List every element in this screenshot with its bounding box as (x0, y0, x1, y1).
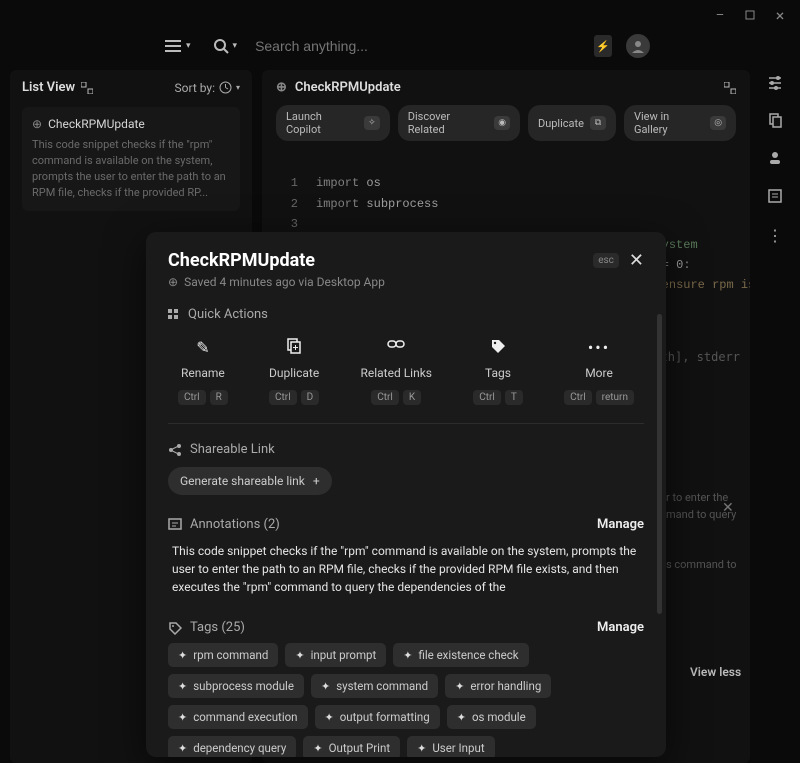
duplicate-icon (286, 338, 302, 358)
duplicate-action[interactable]: Duplicate CtrlD (269, 338, 319, 405)
view-gallery-button[interactable]: View in Gallery◎ (624, 105, 736, 141)
sparkle-icon: ✦ (295, 649, 304, 662)
shareable-link-header: Shareable Link (168, 442, 644, 457)
tag-chip[interactable]: ✦system command (311, 674, 438, 698)
sparkle-icon: ✦ (417, 742, 426, 755)
python-icon: ⊕ (168, 275, 178, 289)
share-icon (168, 443, 182, 457)
card-title: CheckRPMUpdate (48, 117, 145, 131)
quick-actions-header: Quick Actions (168, 307, 644, 322)
search-button[interactable]: ▾ (209, 34, 242, 58)
pencil-icon: ✎ (196, 338, 209, 358)
duplicate-button[interactable]: Duplicate⧉ (528, 105, 616, 141)
duplicate-icon: ⧉ (590, 116, 606, 130)
more-icon: ••• (588, 338, 610, 358)
sparkle-icon: ✦ (403, 649, 412, 662)
tag-cloud: ✦rpm command ✦input prompt ✦file existence… (168, 643, 644, 757)
tag-chip[interactable]: ✦error handling (445, 674, 551, 698)
snippet-card[interactable]: ⊕ CheckRPMUpdate This code snippet check… (22, 107, 240, 211)
snippet-modal: CheckRPMUpdate ⊕ Saved 4 minutes ago via… (146, 232, 666, 757)
tag-chip[interactable]: ✦os module (447, 705, 536, 729)
search-input[interactable] (255, 38, 580, 54)
window-titlebar: – × (0, 0, 800, 30)
tag-chip[interactable]: ✦file existence check (393, 643, 528, 667)
right-rail: ⋮ (760, 70, 790, 763)
manage-tags[interactable]: Manage (597, 620, 644, 635)
plus-icon: + (313, 474, 320, 488)
sparkle-icon: ✦ (178, 680, 187, 693)
person-icon[interactable] (767, 150, 783, 166)
esc-badge: esc (593, 253, 619, 268)
window-minimize[interactable]: – (714, 9, 726, 21)
more-action[interactable]: ••• More Ctrlreturn (564, 338, 634, 405)
expand-icon[interactable] (81, 82, 93, 94)
sparkle-icon: ✦ (178, 742, 187, 755)
modal-title: CheckRPMUpdate (168, 250, 385, 271)
sort-control[interactable]: Sort by: ▾ (174, 81, 240, 95)
python-icon: ⊕ (32, 117, 42, 131)
annotation-text: This code snippet checks if the "rpm" co… (168, 540, 644, 598)
grid-icon (168, 309, 180, 321)
tags-action[interactable]: Tags CtrlT (473, 338, 523, 405)
note-icon[interactable] (767, 188, 783, 204)
card-description: This code snippet checks if the "rpm" co… (32, 137, 230, 201)
gallery-icon: ◎ (710, 116, 726, 130)
view-less-button[interactable]: View less (690, 665, 741, 679)
sparkle-icon: ✦ (455, 680, 464, 693)
rename-action[interactable]: ✎ Rename CtrlR (178, 338, 228, 405)
copy-icon[interactable] (767, 112, 783, 128)
tag-chip[interactable]: ✦subprocess module (168, 674, 304, 698)
tags-label: Tags (25) (190, 620, 245, 635)
sparkle-icon: ✦ (313, 742, 322, 755)
sparkle-icon: ✦ (178, 711, 187, 724)
close-icon[interactable]: ✕ (629, 250, 644, 271)
avatar[interactable] (626, 34, 650, 58)
annotation-icon (168, 518, 182, 532)
tag-icon (490, 338, 506, 358)
related-links-action[interactable]: Related Links CtrlK (360, 338, 432, 405)
discover-related-button[interactable]: Discover Related◉ (398, 105, 520, 141)
generate-link-button[interactable]: Generate shareable link + (168, 467, 332, 495)
window-close[interactable]: × (774, 9, 786, 21)
window-maximize[interactable] (744, 9, 756, 21)
tag-chip[interactable]: ✦Output Print (303, 736, 400, 757)
expand-icon[interactable] (724, 82, 736, 94)
tag-chip[interactable]: ✦command execution (168, 705, 308, 729)
launch-copilot-button[interactable]: Launch Copilot✧ (276, 105, 390, 141)
manage-annotations[interactable]: Manage (597, 517, 644, 532)
menu-button[interactable]: ▾ (160, 35, 195, 57)
clock-icon (219, 81, 232, 94)
python-icon: ⊕ (276, 80, 287, 95)
tag-chip[interactable]: ✦dependency query (168, 736, 296, 757)
sliders-icon[interactable] (767, 74, 783, 90)
tag-chip[interactable]: ✦output formatting (315, 705, 440, 729)
link-icon (387, 338, 405, 358)
annotations-label: Annotations (2) (190, 517, 280, 532)
copilot-icon: ✧ (364, 116, 380, 130)
tag-chip[interactable]: ✦User Input (407, 736, 495, 757)
bolt-badge[interactable]: ⚡ (594, 35, 612, 57)
sparkle-icon: ✦ (321, 680, 330, 693)
tag-chip[interactable]: ✦input prompt (285, 643, 386, 667)
more-icon[interactable]: ⋮ (767, 226, 783, 245)
sparkle-icon: ✦ (178, 649, 187, 662)
tag-icon (168, 621, 182, 635)
sparkle-icon: ✦ (457, 711, 466, 724)
tag-chip[interactable]: ✦rpm command (168, 643, 278, 667)
list-title: List View (22, 80, 75, 95)
modal-scrollbar[interactable] (657, 314, 662, 614)
sparkle-icon: ✦ (325, 711, 334, 724)
behind-text: r to enter the mand to query s command t… (666, 490, 746, 572)
topbar: ▾ ▾ ⚡ (0, 30, 800, 70)
eye-icon: ◉ (494, 116, 510, 130)
editor-title: CheckRPMUpdate (295, 80, 401, 95)
modal-saved: ⊕ Saved 4 minutes ago via Desktop App (168, 275, 385, 289)
